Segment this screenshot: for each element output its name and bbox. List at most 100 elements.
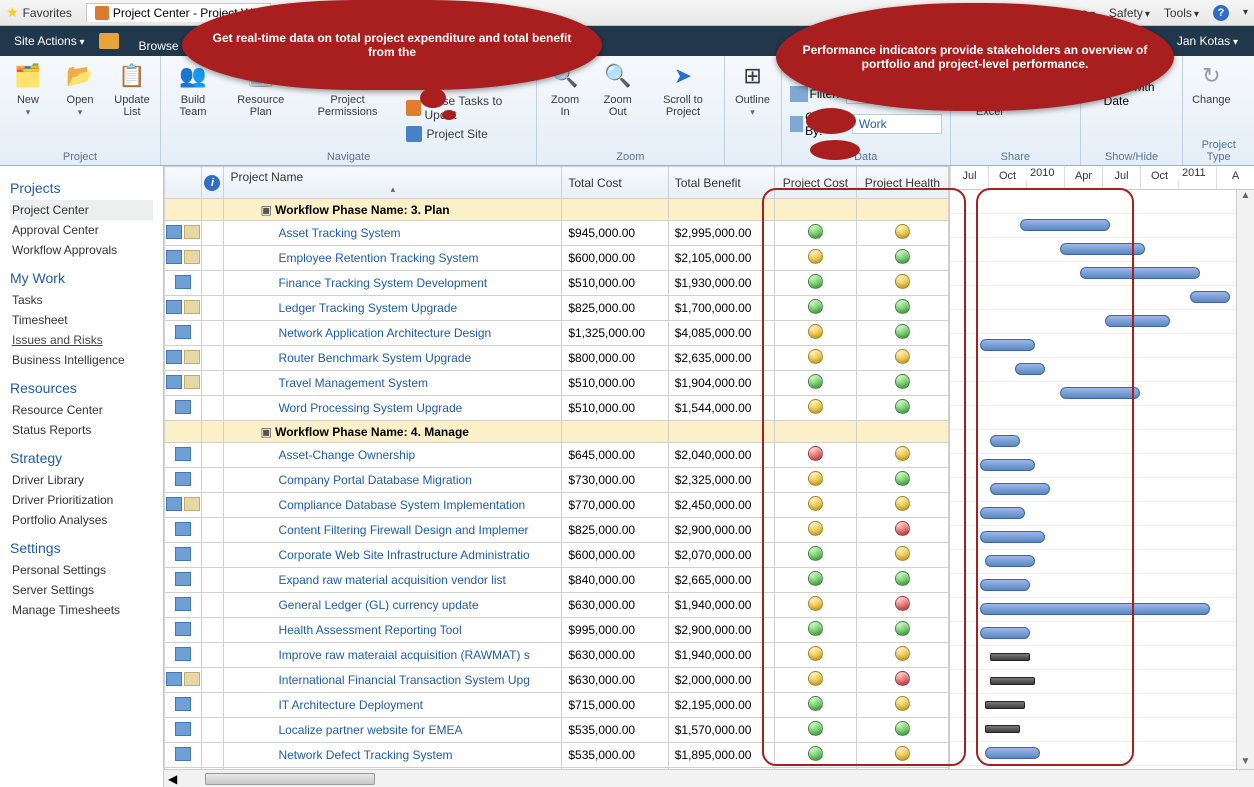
col-project-name[interactable]: Project Name▴ xyxy=(224,167,562,199)
browse-tab[interactable]: Browse xyxy=(127,35,191,57)
table-row[interactable]: Employee Retention Tracking System$600,0… xyxy=(165,246,949,271)
help-icon[interactable]: ? xyxy=(1213,5,1229,21)
ql-head-mywork[interactable]: My Work xyxy=(10,270,153,286)
ql-item-manage-timesheets[interactable]: Manage Timesheets xyxy=(10,600,153,620)
project-link[interactable]: Router Benchmark System Upgrade xyxy=(230,351,471,365)
navigate-up-icon[interactable] xyxy=(99,33,119,49)
gantt-bar[interactable] xyxy=(985,725,1020,733)
table-row[interactable]: International Financial Transaction Syst… xyxy=(165,668,949,693)
group-row[interactable]: Workflow Phase Name: 3. Plan xyxy=(165,199,949,221)
table-row[interactable]: Localize partner website for EMEA$535,00… xyxy=(165,718,949,743)
project-link[interactable]: Asset Tracking System xyxy=(230,226,400,240)
table-row[interactable]: Network Application Architecture Design$… xyxy=(165,321,949,346)
gantt-bar[interactable] xyxy=(990,653,1030,661)
project-link[interactable]: General Ledger (GL) currency update xyxy=(230,598,478,612)
gantt-bar[interactable] xyxy=(980,507,1025,519)
ql-item-project-center[interactable]: Project Center xyxy=(10,200,153,220)
col-info[interactable]: i xyxy=(201,167,224,199)
zoom-out-button[interactable]: 🔍Zoom Out xyxy=(597,60,638,118)
project-link[interactable]: IT Architecture Deployment xyxy=(230,698,423,712)
col-indicator[interactable] xyxy=(165,167,202,199)
ql-head-resources[interactable]: Resources xyxy=(10,380,153,396)
ql-item-portfolio-analyses[interactable]: Portfolio Analyses xyxy=(10,510,153,530)
gantt-bar[interactable] xyxy=(1020,219,1110,231)
ql-item-timesheet[interactable]: Timesheet xyxy=(10,310,153,330)
ql-head-projects[interactable]: Projects xyxy=(10,180,153,196)
user-menu[interactable]: Jan Kotas xyxy=(1177,34,1246,48)
ql-head-strategy[interactable]: Strategy xyxy=(10,450,153,466)
table-row[interactable]: IT Architecture Deployment$715,000.00$2,… xyxy=(165,693,949,718)
table-row[interactable]: Compliance Database System Implementatio… xyxy=(165,493,949,518)
table-row[interactable]: Health Assessment Reporting Tool$995,000… xyxy=(165,618,949,643)
project-link[interactable]: Expand raw material acquisition vendor l… xyxy=(230,573,505,587)
project-link[interactable]: Ledger Tracking System Upgrade xyxy=(230,301,457,315)
ql-item-server-settings[interactable]: Server Settings xyxy=(10,580,153,600)
project-link[interactable]: Asset-Change Ownership xyxy=(230,448,415,462)
gantt-bar[interactable] xyxy=(1105,315,1170,327)
col-total-benefit[interactable]: Total Benefit xyxy=(668,167,774,199)
favorites-button[interactable]: ★ Favorites xyxy=(6,4,72,21)
ql-item-personal-settings[interactable]: Personal Settings xyxy=(10,560,153,580)
gantt-bar[interactable] xyxy=(980,579,1030,591)
ql-item-workflow-approvals[interactable]: Workflow Approvals xyxy=(10,240,153,260)
project-link[interactable]: International Financial Transaction Syst… xyxy=(230,673,529,687)
gantt-bar[interactable] xyxy=(985,701,1025,709)
gantt-bar[interactable] xyxy=(980,603,1210,615)
gantt-bar[interactable] xyxy=(980,339,1035,351)
update-list-button[interactable]: 📋Update List xyxy=(112,60,152,118)
gantt-bar[interactable] xyxy=(1060,387,1140,399)
gantt-bar[interactable] xyxy=(1190,291,1230,303)
ql-item-driver-prioritization[interactable]: Driver Prioritization xyxy=(10,490,153,510)
project-link[interactable]: Network Application Architecture Design xyxy=(230,326,491,340)
project-link[interactable]: Word Processing System Upgrade xyxy=(230,401,462,415)
table-row[interactable]: Content Filtering Firewall Design and Im… xyxy=(165,518,949,543)
table-row[interactable]: Expand raw material acquisition vendor l… xyxy=(165,568,949,593)
project-link[interactable]: Health Assessment Reporting Tool xyxy=(230,623,461,637)
ql-item-status-reports[interactable]: Status Reports xyxy=(10,420,153,440)
ql-item-issues-risks[interactable]: Issues and Risks xyxy=(10,330,153,350)
gantt-bar[interactable] xyxy=(990,435,1020,447)
table-row[interactable]: General Ledger (GL) currency update$630,… xyxy=(165,593,949,618)
project-link[interactable]: Travel Management System xyxy=(230,376,428,390)
gantt-chart[interactable]: JulOctJanAprJulOctJanA 20102011 xyxy=(950,166,1254,769)
ql-item-bi[interactable]: Business Intelligence xyxy=(10,350,153,370)
gantt-bar[interactable] xyxy=(1060,243,1145,255)
col-total-cost[interactable]: Total Cost xyxy=(562,167,668,199)
scroll-to-project-button[interactable]: ➤Scroll to Project xyxy=(650,60,715,118)
gantt-bar[interactable] xyxy=(1015,363,1045,375)
table-row[interactable]: Improve raw materaial acquisition (RAWMA… xyxy=(165,643,949,668)
gantt-bar[interactable] xyxy=(990,483,1050,495)
ql-item-resource-center[interactable]: Resource Center xyxy=(10,400,153,420)
group-row[interactable]: Workflow Phase Name: 4. Manage xyxy=(165,421,949,443)
ql-item-tasks[interactable]: Tasks xyxy=(10,290,153,310)
table-row[interactable]: Travel Management System$510,000.00$1,90… xyxy=(165,371,949,396)
gantt-bar[interactable] xyxy=(980,459,1035,471)
gantt-bar[interactable] xyxy=(980,627,1030,639)
project-link[interactable]: Company Portal Database Migration xyxy=(230,473,471,487)
project-link[interactable]: Employee Retention Tracking System xyxy=(230,251,478,265)
project-site-link[interactable]: Project Site xyxy=(406,126,524,142)
project-link[interactable]: Localize partner website for EMEA xyxy=(230,723,462,737)
gantt-bar[interactable] xyxy=(985,555,1035,567)
col-project-cost[interactable]: Project Cost xyxy=(775,167,857,199)
project-link[interactable]: Content Filtering Firewall Design and Im… xyxy=(230,523,528,537)
table-row[interactable]: Finance Tracking System Development$510,… xyxy=(165,271,949,296)
table-row[interactable]: Ledger Tracking System Upgrade$825,000.0… xyxy=(165,296,949,321)
gantt-bar[interactable] xyxy=(990,677,1035,685)
ql-head-settings[interactable]: Settings xyxy=(10,540,153,556)
new-project-button[interactable]: 🗂️New xyxy=(8,60,48,118)
table-row[interactable]: Network Defect Tracking System$535,000.0… xyxy=(165,743,949,768)
gantt-bar[interactable] xyxy=(980,531,1045,543)
tools-menu[interactable]: Tools xyxy=(1164,6,1199,20)
site-actions-menu[interactable]: Site Actions xyxy=(8,31,91,51)
project-link[interactable]: Finance Tracking System Development xyxy=(230,276,487,290)
gantt-scrollbar[interactable] xyxy=(1236,190,1254,769)
table-row[interactable]: Router Benchmark System Upgrade$800,000.… xyxy=(165,346,949,371)
project-link[interactable]: Compliance Database System Implementatio… xyxy=(230,498,525,512)
col-project-health[interactable]: Project Health xyxy=(856,167,948,199)
project-link[interactable]: Network Defect Tracking System xyxy=(230,748,452,762)
table-row[interactable]: Word Processing System Upgrade$510,000.0… xyxy=(165,396,949,421)
groupby-select[interactable]: Work xyxy=(852,114,942,134)
project-link[interactable]: Corporate Web Site Infrastructure Admini… xyxy=(230,548,529,562)
outline-button[interactable]: ⊞Outline xyxy=(733,60,773,118)
